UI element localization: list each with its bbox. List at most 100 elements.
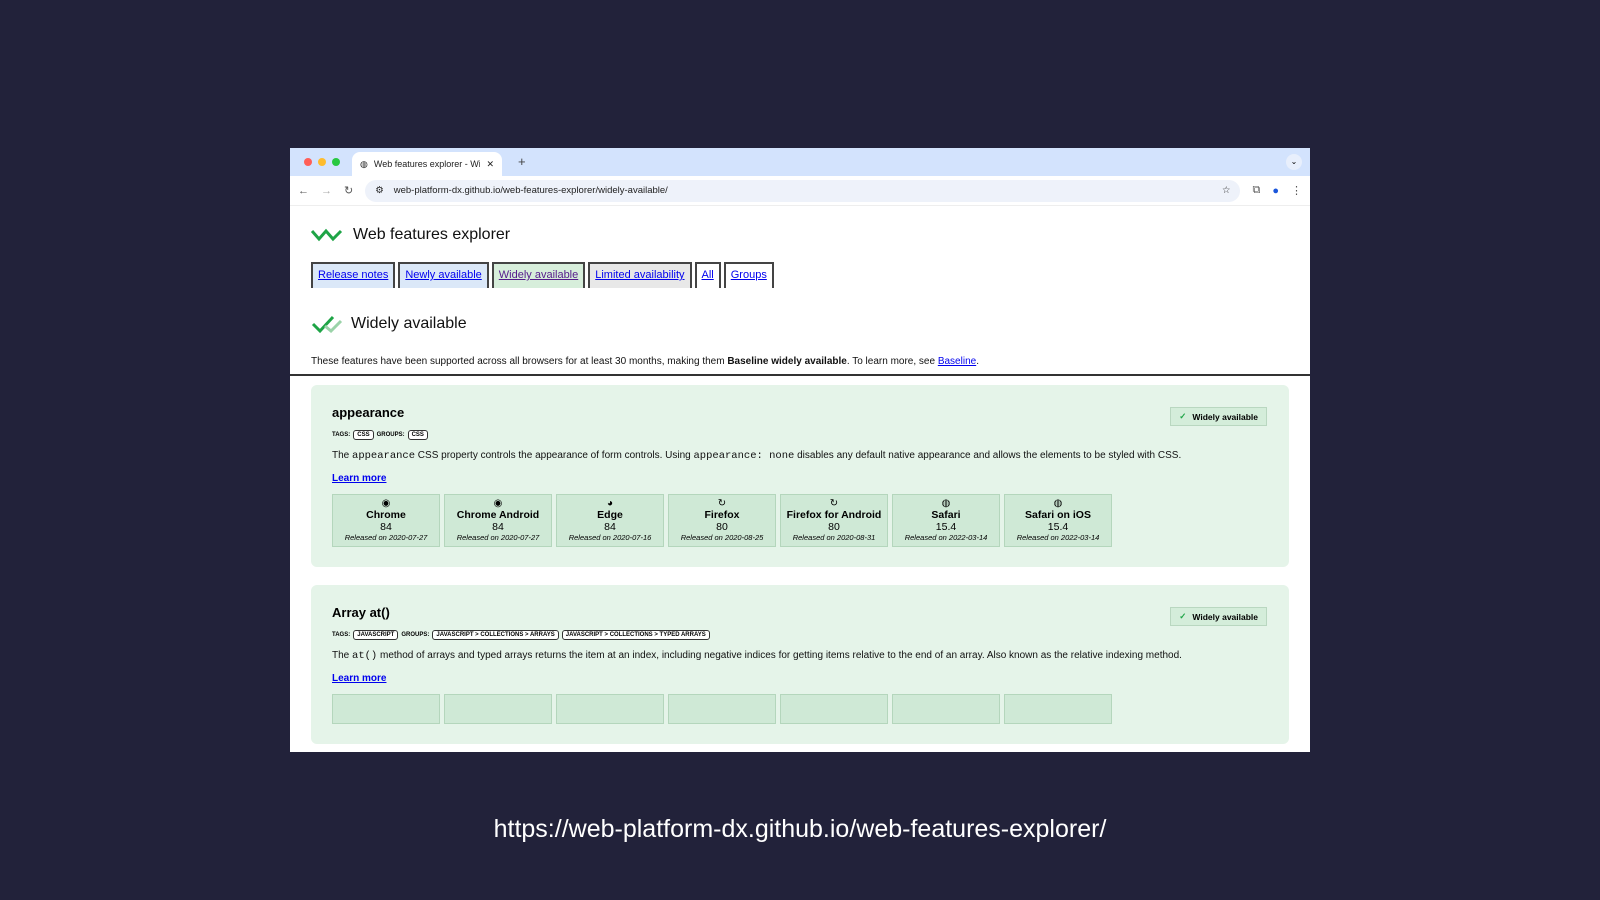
groups-label: GROUPS: bbox=[401, 632, 430, 638]
code-snippet: appearance bbox=[352, 450, 416, 462]
url-text[interactable]: web-platform-dx.github.io/web-features-e… bbox=[394, 185, 1212, 196]
feature-description: The at() method of arrays and typed arra… bbox=[332, 650, 1182, 662]
tags-label: TAGS: bbox=[332, 632, 351, 638]
nav-tab-all[interactable]: All bbox=[694, 262, 721, 288]
browser-name: Firefox for Android bbox=[786, 509, 882, 521]
nav-tab-newly-available[interactable]: Newly available bbox=[398, 262, 489, 288]
release-date: Released on 2022-03-14 bbox=[1016, 533, 1100, 542]
group-pill[interactable]: CSS bbox=[407, 430, 428, 440]
browser-version: 84 bbox=[492, 521, 504, 533]
learn-more-link[interactable]: Learn more bbox=[332, 673, 1268, 684]
edge-icon: ◕ bbox=[606, 498, 614, 509]
feature-card: appearance ✓ Widely available TAGS: CSS GROUP… bbox=[311, 385, 1289, 567]
tab-search-button[interactable]: ⌄ bbox=[1286, 154, 1302, 170]
release-date: Released on 2020-08-25 bbox=[680, 533, 764, 542]
extensions-icon[interactable]: ⧉ bbox=[1252, 184, 1260, 197]
release-date: Released on 2020-07-16 bbox=[568, 533, 652, 542]
browser-name: Edge bbox=[597, 509, 623, 521]
tag-pill[interactable]: CSS bbox=[353, 430, 374, 440]
browser-version: 80 bbox=[716, 521, 728, 533]
feature-card: Array at() ✓ Widely available TAGS: JAVASCRI… bbox=[311, 585, 1289, 744]
browser-support-item: ◍ Safari 15.4 Released on 2022-03-14 bbox=[892, 494, 1000, 547]
safari-icon: ◍ bbox=[941, 498, 951, 509]
page-content: Web features explorer Release notes Newly… bbox=[290, 226, 1310, 744]
browser-window: ◍ Web features explorer - Widely availabl… bbox=[290, 148, 1310, 752]
browser-support-item bbox=[668, 694, 776, 724]
forward-icon[interactable]: → bbox=[321, 185, 332, 197]
group-pill[interactable]: JAVASCRIPT > COLLECTIONS > TYPED ARRAYS bbox=[561, 630, 710, 640]
browser-version: 80 bbox=[828, 521, 840, 533]
browser-version: 15.4 bbox=[1047, 521, 1069, 533]
learn-more-link[interactable]: Learn more bbox=[332, 473, 1268, 484]
browser-support-item: ◍ Safari on iOS 15.4 Released on 2022-03-14 bbox=[1004, 494, 1112, 547]
code-snippet: appearance: none bbox=[693, 450, 795, 462]
chrome-icon: ◉ bbox=[493, 498, 503, 509]
logo-icon bbox=[311, 228, 343, 242]
chrome-icon: ◉ bbox=[381, 498, 391, 509]
main-nav: Release notes Newly available Widely avail… bbox=[311, 262, 1289, 288]
browser-support-item: ↻ Firefox 80 Released on 2020-08-25 bbox=[668, 494, 776, 547]
tags-row: TAGS: CSS GROUPS: CSS bbox=[332, 430, 1268, 440]
site-title: Web features explorer bbox=[353, 226, 511, 243]
status-badge: ✓ Widely available bbox=[1170, 407, 1267, 426]
release-date: Released on 2022-03-14 bbox=[904, 533, 988, 542]
tags-row: TAGS: JAVASCRIPT GROUPS: JAVASCRIPT > COLLE… bbox=[332, 630, 1268, 640]
feature-name: appearance bbox=[332, 405, 405, 420]
firefox-icon: ↻ bbox=[829, 498, 839, 509]
tab-title: Web features explorer - Widely available bbox=[373, 159, 481, 169]
browser-tab[interactable]: ◍ Web features explorer - Widely availabl… bbox=[352, 152, 502, 176]
close-tab-icon[interactable]: ✕ bbox=[486, 159, 494, 170]
address-bar[interactable]: ⚙ web-platform-dx.github.io/web-features-… bbox=[365, 179, 1241, 202]
check-icon: ✓ bbox=[1179, 611, 1187, 621]
feature-description: The appearance CSS property controls the… bbox=[332, 450, 1182, 462]
nav-tab-release-notes[interactable]: Release notes bbox=[311, 262, 396, 288]
toolbar: ← → ↻ ⚙ web-platform-dx.github.io/web-fea… bbox=[290, 176, 1310, 206]
browser-version: 84 bbox=[380, 521, 392, 533]
nav-tab-groups[interactable]: Groups bbox=[723, 262, 774, 288]
browser-support-item bbox=[444, 694, 552, 724]
reload-icon[interactable]: ↻ bbox=[344, 184, 353, 197]
tab-strip: ◍ Web features explorer - Widely availabl… bbox=[290, 148, 1310, 176]
firefox-icon: ↻ bbox=[717, 498, 727, 509]
nav-tab-limited-availability[interactable]: Limited availability bbox=[588, 262, 692, 288]
baseline-link[interactable]: Baseline bbox=[938, 356, 976, 367]
browser-support-item: ◉ Chrome 84 Released on 2020-07-27 bbox=[332, 494, 440, 547]
minimize-button[interactable] bbox=[318, 158, 326, 166]
release-date: Released on 2020-08-31 bbox=[792, 533, 876, 542]
browser-name: Chrome Android bbox=[456, 509, 540, 521]
widely-available-icon bbox=[311, 315, 343, 334]
groups-label: GROUPS: bbox=[376, 432, 405, 438]
browser-support-list bbox=[332, 694, 1268, 724]
globe-icon: ◍ bbox=[360, 158, 368, 169]
check-icon: ✓ bbox=[1179, 411, 1187, 421]
close-window-button[interactable] bbox=[304, 158, 312, 166]
safari-icon: ◍ bbox=[1053, 498, 1063, 509]
browser-name: Safari on iOS bbox=[1025, 509, 1091, 521]
nav-tab-widely-available[interactable]: Widely available bbox=[491, 262, 586, 288]
browser-support-item: ◕ Edge 84 Released on 2020-07-16 bbox=[556, 494, 664, 547]
browser-version: 84 bbox=[604, 521, 616, 533]
browser-support-list: ◉ Chrome 84 Released on 2020-07-27 ◉ Chrome A… bbox=[332, 494, 1268, 547]
site-settings-icon[interactable]: ⚙ bbox=[375, 185, 384, 196]
browser-support-item bbox=[556, 694, 664, 724]
tag-pill[interactable]: JAVASCRIPT bbox=[353, 630, 399, 640]
menu-icon[interactable]: ⋮ bbox=[1291, 184, 1302, 197]
feature-name: Array at() bbox=[332, 605, 390, 620]
nav-divider bbox=[290, 374, 1310, 376]
release-date: Released on 2020-07-27 bbox=[344, 533, 428, 542]
profile-avatar[interactable]: ● bbox=[1272, 185, 1279, 197]
browser-version: 15.4 bbox=[935, 521, 957, 533]
browser-support-item bbox=[780, 694, 888, 724]
group-pill[interactable]: JAVASCRIPT > COLLECTIONS > ARRAYS bbox=[432, 630, 559, 640]
browser-support-item: ↻ Firefox for Android 80 Released on 2020-0… bbox=[780, 494, 888, 547]
new-tab-button[interactable]: + bbox=[518, 154, 526, 169]
bookmark-star-icon[interactable]: ☆ bbox=[1222, 185, 1231, 196]
maximize-button[interactable] bbox=[332, 158, 340, 166]
code-snippet: at() bbox=[352, 650, 378, 662]
badge-label: Widely available bbox=[1192, 611, 1258, 622]
section-title: Widely available bbox=[351, 315, 467, 332]
browser-name: Safari bbox=[931, 509, 961, 521]
intro-text: These features have been supported acros… bbox=[311, 356, 979, 367]
caption-url: https://web-platform-dx.github.io/web-fe… bbox=[493, 815, 1107, 843]
back-icon[interactable]: ← bbox=[298, 185, 309, 197]
